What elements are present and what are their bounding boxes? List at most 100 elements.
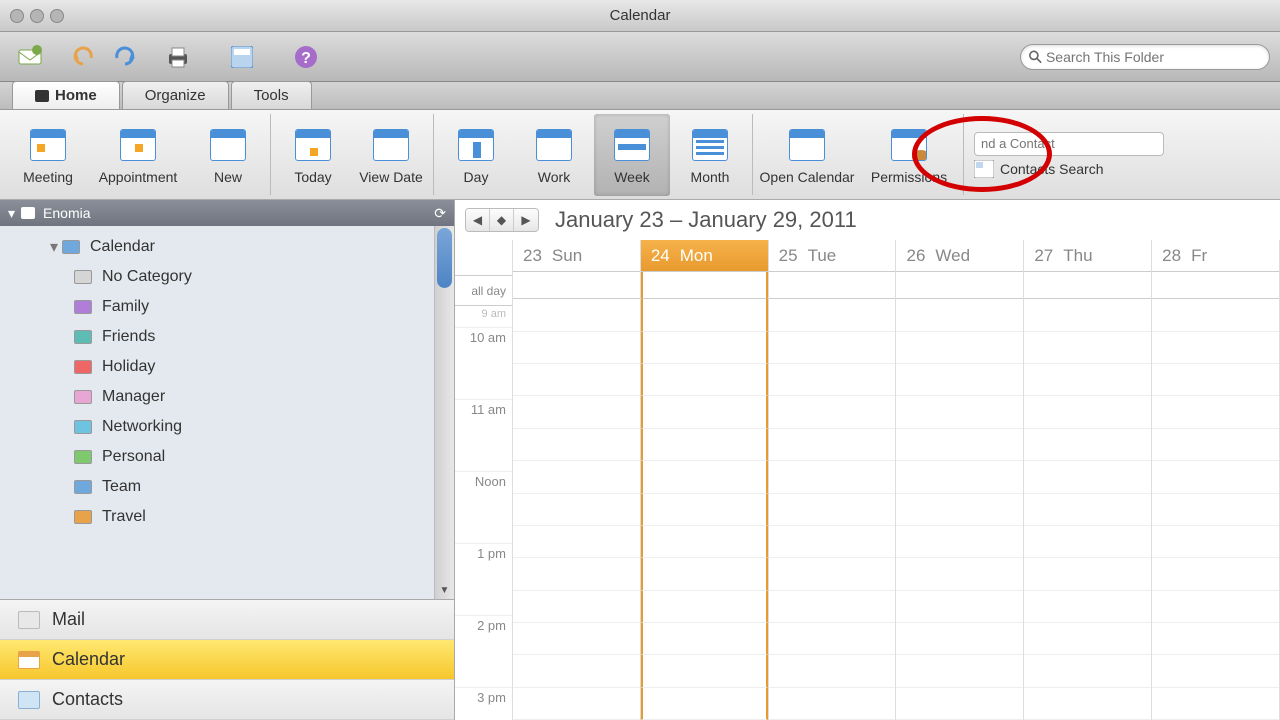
sidebar-scrollbar[interactable]: ▲ ▼ [434, 226, 454, 599]
time-cell[interactable] [513, 429, 640, 461]
time-cell[interactable] [896, 396, 1023, 428]
tab-tools[interactable]: Tools [231, 81, 312, 109]
category-team[interactable]: Team [0, 472, 434, 502]
zoom-window-button[interactable] [50, 9, 64, 23]
time-cell[interactable] [641, 461, 768, 493]
time-cell[interactable] [1024, 364, 1151, 396]
new-button[interactable]: New [190, 114, 266, 196]
time-cell[interactable] [1152, 364, 1279, 396]
time-cell[interactable] [1024, 623, 1151, 655]
time-cell[interactable] [1152, 655, 1279, 687]
month-view-button[interactable]: Month [672, 114, 748, 196]
time-cell[interactable] [641, 299, 768, 331]
category-personal[interactable]: Personal [0, 442, 434, 472]
time-cell[interactable] [1024, 591, 1151, 623]
appointment-button[interactable]: Appointment [88, 114, 188, 196]
time-cell[interactable] [1152, 526, 1279, 558]
print-icon[interactable] [164, 43, 192, 71]
time-cell[interactable] [769, 494, 896, 526]
contacts-search-button[interactable]: Contacts Search [974, 160, 1164, 178]
category-travel[interactable]: Travel [0, 502, 434, 532]
account-header[interactable]: ▾ Enomia ⟳ [0, 200, 454, 226]
time-cell[interactable] [513, 461, 640, 493]
all-day-cell[interactable] [1024, 272, 1151, 299]
time-cell[interactable] [896, 655, 1023, 687]
all-day-cell[interactable] [641, 272, 768, 299]
tab-home[interactable]: Home [12, 81, 120, 109]
time-cell[interactable] [641, 332, 768, 364]
calendar-root[interactable]: ▾ Calendar [0, 232, 434, 262]
folder-search[interactable] [1020, 44, 1270, 70]
time-cell[interactable] [1152, 461, 1279, 493]
day-column-mon[interactable]: 24Mon [641, 240, 769, 720]
refresh-icon[interactable]: ⟳ [434, 205, 446, 222]
time-cell[interactable] [513, 494, 640, 526]
time-cell[interactable] [641, 364, 768, 396]
time-cell[interactable] [1024, 558, 1151, 590]
time-cell[interactable] [769, 396, 896, 428]
time-cell[interactable] [1024, 429, 1151, 461]
time-cell[interactable] [1024, 396, 1151, 428]
time-cell[interactable] [641, 623, 768, 655]
time-cell[interactable] [1152, 688, 1279, 720]
time-cell[interactable] [513, 299, 640, 331]
time-cell[interactable] [1024, 688, 1151, 720]
time-cell[interactable] [641, 591, 768, 623]
module-mail[interactable]: Mail [0, 600, 454, 640]
time-cell[interactable] [513, 558, 640, 590]
module-calendar[interactable]: Calendar [0, 640, 454, 680]
redo-icon[interactable] [110, 43, 138, 71]
time-cell[interactable] [769, 364, 896, 396]
time-cell[interactable] [769, 429, 896, 461]
category-networking[interactable]: Networking [0, 412, 434, 442]
time-cell[interactable] [896, 591, 1023, 623]
my-day-icon[interactable] [228, 43, 256, 71]
time-cell[interactable] [641, 396, 768, 428]
time-cell[interactable] [769, 655, 896, 687]
category-holiday[interactable]: Holiday [0, 352, 434, 382]
help-icon[interactable]: ? [292, 43, 320, 71]
time-cell[interactable] [1152, 429, 1279, 461]
module-contacts[interactable]: Contacts [0, 680, 454, 720]
meeting-button[interactable]: Meeting [10, 114, 86, 196]
time-cell[interactable] [896, 558, 1023, 590]
category-friends[interactable]: Friends [0, 322, 434, 352]
time-cell[interactable] [1152, 591, 1279, 623]
time-cell[interactable] [1152, 494, 1279, 526]
time-cell[interactable] [896, 623, 1023, 655]
time-cell[interactable] [769, 299, 896, 331]
time-cell[interactable] [1152, 396, 1279, 428]
all-day-cell[interactable] [1152, 272, 1279, 299]
time-cell[interactable] [896, 429, 1023, 461]
day-column-thu[interactable]: 27Thu [1024, 240, 1152, 720]
all-day-cell[interactable] [769, 272, 896, 299]
time-cell[interactable] [769, 688, 896, 720]
category-manager[interactable]: Manager [0, 382, 434, 412]
today-marker-button[interactable]: ◆ [490, 209, 514, 231]
time-cell[interactable] [513, 364, 640, 396]
time-cell[interactable] [896, 299, 1023, 331]
time-cell[interactable] [1152, 558, 1279, 590]
time-cell[interactable] [896, 364, 1023, 396]
scroll-thumb[interactable] [437, 228, 452, 288]
time-cell[interactable] [769, 623, 896, 655]
work-view-button[interactable]: Work [516, 114, 592, 196]
prev-week-button[interactable]: ◀ [466, 209, 490, 231]
time-cell[interactable] [896, 461, 1023, 493]
next-week-button[interactable]: ▶ [514, 209, 538, 231]
time-cell[interactable] [1152, 299, 1279, 331]
time-cell[interactable] [896, 494, 1023, 526]
today-button[interactable]: Today [275, 114, 351, 196]
day-column-wed[interactable]: 26Wed [896, 240, 1024, 720]
time-cell[interactable] [769, 332, 896, 364]
time-cell[interactable] [1024, 655, 1151, 687]
time-cell[interactable] [896, 526, 1023, 558]
time-cell[interactable] [641, 655, 768, 687]
time-cell[interactable] [1024, 526, 1151, 558]
time-cell[interactable] [769, 526, 896, 558]
folder-search-input[interactable] [1046, 49, 1261, 65]
time-cell[interactable] [513, 623, 640, 655]
scroll-down-icon[interactable]: ▼ [435, 581, 454, 599]
find-contact-input[interactable] [974, 132, 1164, 156]
time-cell[interactable] [513, 591, 640, 623]
